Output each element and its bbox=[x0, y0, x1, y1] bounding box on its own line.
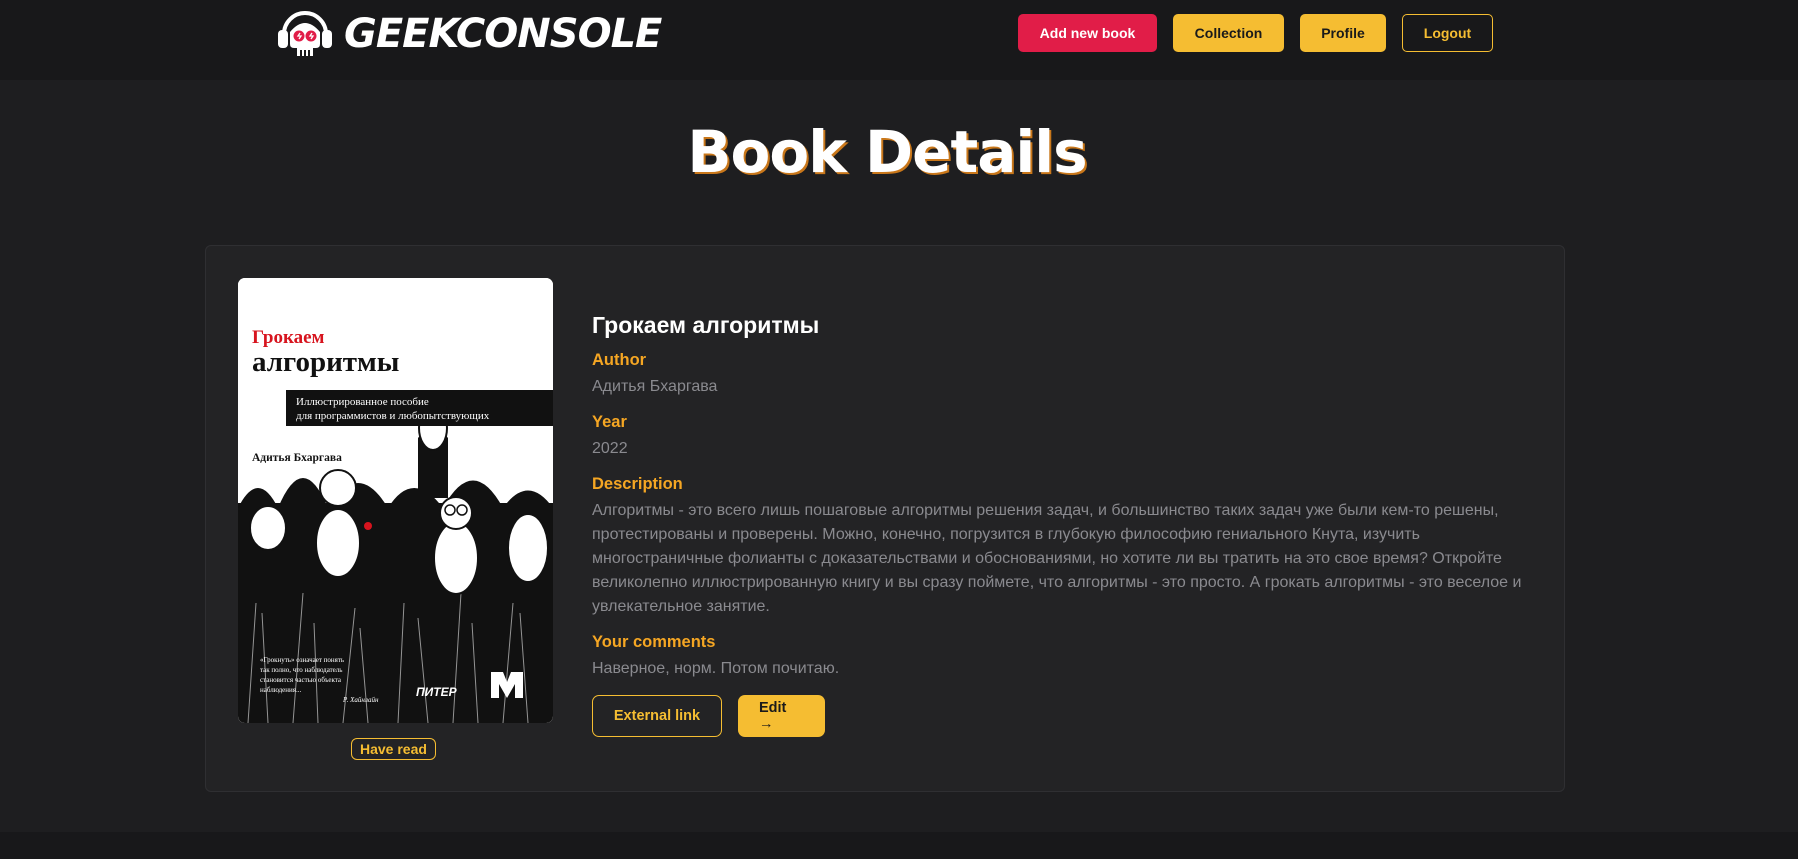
description-label: Description bbox=[592, 475, 683, 493]
external-link-button[interactable]: External link bbox=[592, 695, 722, 737]
cover-quote-line4: наблюдения... bbox=[260, 686, 301, 694]
cover-author: Адитья Бхаргава bbox=[252, 452, 342, 464]
cover-title-line1: Грокаем bbox=[252, 327, 325, 348]
cover-publisher: ПИТЕР bbox=[416, 685, 458, 699]
brand-logo[interactable]: GEEKCONSOLE bbox=[276, 8, 662, 60]
nav-buttons: Add new book Collection Profile Logout bbox=[1018, 14, 1493, 52]
brand-name: GEEKCONSOLE bbox=[344, 11, 662, 57]
top-navbar: GEEKCONSOLE Add new book Collection Prof… bbox=[0, 0, 1798, 80]
author-label: Author bbox=[592, 351, 647, 369]
cover-title-line2: алгоритмы bbox=[252, 346, 399, 378]
edit-button[interactable]: Edit → bbox=[738, 695, 825, 737]
comments-label: Your comments bbox=[592, 633, 716, 651]
skull-headphones-icon bbox=[278, 11, 332, 56]
cover-quote-line2: так полно, что наблюдатель bbox=[260, 666, 342, 674]
book-details: Грокаем алгоритмы Author Адитья Бхаргава… bbox=[592, 312, 1532, 737]
logout-button[interactable]: Logout bbox=[1402, 14, 1493, 52]
year-value: 2022 bbox=[592, 440, 628, 457]
cover-quote-author: Р. Хайнлайн bbox=[342, 696, 379, 704]
profile-button[interactable]: Profile bbox=[1300, 14, 1386, 52]
add-new-book-button[interactable]: Add new book bbox=[1018, 14, 1157, 52]
year-label: Year bbox=[592, 413, 627, 431]
cover-quote-line1: «Грокнуть» означает понять bbox=[260, 656, 344, 664]
footer-strip bbox=[0, 832, 1798, 859]
read-status-badge: Have read bbox=[351, 738, 436, 760]
book-title: Грокаем алгоритмы bbox=[592, 312, 820, 338]
page-title: Book Details bbox=[687, 118, 1087, 186]
book-actions: External link Edit → bbox=[592, 695, 1532, 737]
collection-button[interactable]: Collection bbox=[1173, 14, 1284, 52]
description-value: Алгоритмы - это всего лишь пошаговые алг… bbox=[592, 502, 1522, 615]
cover-subtitle-line2: для программистов и любопытствующих bbox=[296, 410, 490, 422]
comments-value: Наверное, норм. Потом почитаю. bbox=[592, 660, 840, 677]
book-cover-image: Грокаем алгоритмы Иллюстрированное пособ… bbox=[238, 278, 553, 723]
cover-subtitle-line1: Иллюстрированное пособие bbox=[296, 396, 429, 408]
cover-quote-line3: становится частью объекта bbox=[260, 676, 342, 684]
book-card: Грокаем алгоритмы Иллюстрированное пособ… bbox=[205, 245, 1565, 792]
author-value: Адитья Бхаргава bbox=[592, 378, 718, 395]
